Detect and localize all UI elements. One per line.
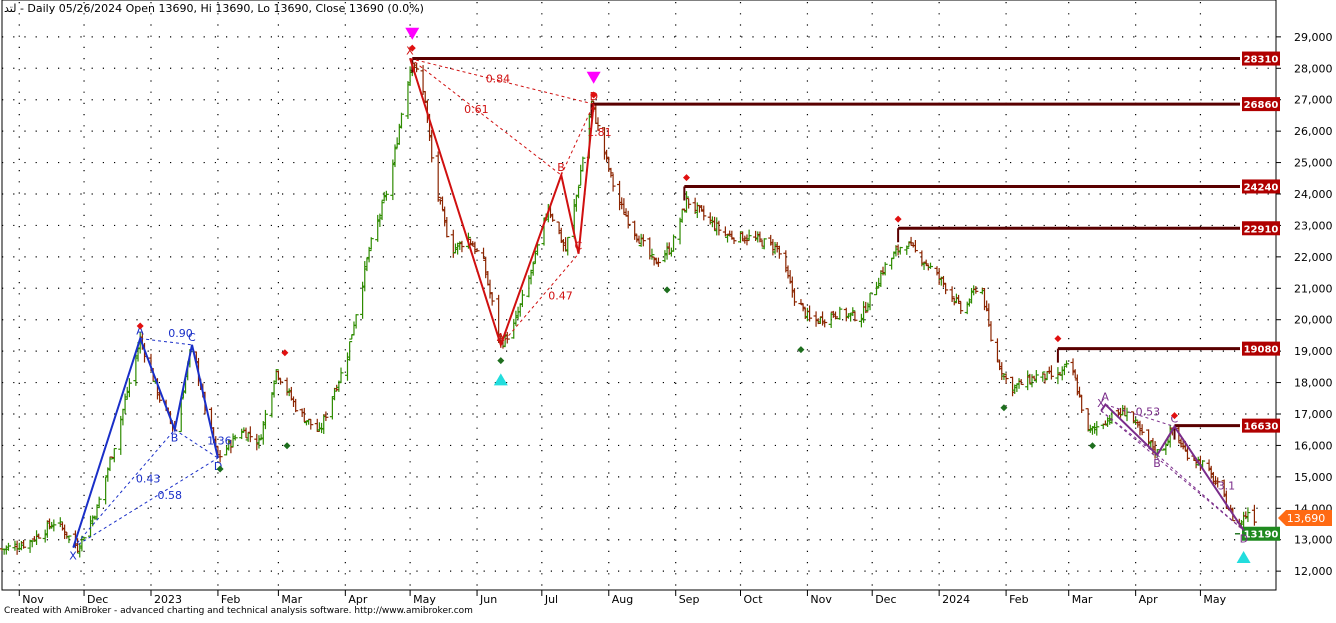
- x-tick-label: Feb: [1009, 593, 1028, 606]
- chart-header: لتد - Daily 05/26/2024 Open 13690, Hi 13…: [4, 2, 424, 15]
- y-tick-label: 12,000: [1294, 565, 1333, 578]
- y-tick-label: 23,000: [1294, 219, 1333, 232]
- pattern-ratio-label: 0.47: [548, 289, 573, 302]
- support-label: 13190: [1244, 530, 1279, 541]
- y-tick-label: 19,000: [1294, 345, 1333, 358]
- chart-area: Nov Dec 2023 Feb Mar Apr May Jun Jul Aug Sep Oct Nov…: [0, 0, 1336, 619]
- y-tick-label: 20,000: [1294, 314, 1333, 327]
- pattern-point-label: B: [557, 161, 565, 174]
- y-tick-label: 18,000: [1294, 377, 1333, 390]
- level-label: 19080: [1244, 345, 1279, 356]
- pattern-point-label: A: [497, 331, 505, 344]
- pattern-point-label: B: [171, 432, 179, 445]
- y-tick-label: 13,000: [1294, 534, 1333, 547]
- y-tick-label: 24,000: [1294, 188, 1333, 201]
- y-tick-label: 15,000: [1294, 471, 1333, 484]
- plot-frame: [1, 0, 1277, 591]
- pattern-point-label: X: [69, 550, 77, 563]
- y-tick-label: 21,000: [1294, 282, 1333, 295]
- pattern-point-label: C: [575, 240, 583, 253]
- x-tick-label: Nov: [810, 593, 832, 606]
- pattern-ratio-label: 1.36: [207, 434, 232, 447]
- x-tick-label: Mar: [1072, 593, 1093, 606]
- y-tick-label: 17,000: [1294, 408, 1333, 421]
- y-tick-label: 25,000: [1294, 157, 1333, 170]
- x-tick-label: Mar: [281, 593, 302, 606]
- x-tick-label: Dec: [87, 593, 108, 606]
- x-tick-label: Apr: [1139, 593, 1159, 606]
- x-tick-label: Oct: [743, 593, 763, 606]
- pattern-ratio-label: 0.43: [136, 473, 161, 486]
- y-tick-label: 22,000: [1294, 251, 1333, 264]
- x-tick-label: Nov: [22, 593, 44, 606]
- current-price-label: 13,690: [1287, 512, 1326, 525]
- x-tick-label: Aug: [612, 593, 633, 606]
- y-tick-label: 27,000: [1294, 94, 1333, 107]
- pattern-ratio-label: 0.61: [464, 103, 489, 116]
- price-chart: Nov Dec 2023 Feb Mar Apr May Jun Jul Aug Sep Oct Nov…: [0, 0, 1333, 606]
- pattern-point-label: D: [1240, 532, 1248, 545]
- ticker-symbol: لتد: [4, 2, 17, 15]
- level-label: 22910: [1244, 224, 1279, 235]
- pattern-point-label: B: [1153, 457, 1161, 470]
- y-tick-label: 16,000: [1294, 439, 1333, 452]
- pattern-ratio-label: 1.81: [587, 126, 612, 139]
- pattern-ratio-label: 0.84: [486, 72, 511, 85]
- pattern-point-label: A: [1101, 391, 1109, 404]
- x-tick-label: May: [1203, 593, 1226, 606]
- x-tick-label: Sep: [679, 593, 700, 606]
- x-tick-label: Feb: [221, 593, 240, 606]
- level-label: 16630: [1244, 422, 1279, 433]
- level-label: 26860: [1244, 100, 1279, 111]
- y-tick-label: 28,000: [1294, 62, 1333, 75]
- footer-credit: Created with AmiBroker - advanced charti…: [4, 606, 473, 616]
- x-tick-label: Jul: [544, 593, 558, 606]
- pattern-ratio-label: 0.53: [1136, 406, 1161, 419]
- x-tick-label: Jun: [479, 593, 497, 606]
- pattern-ratio-label: 3.1: [1218, 479, 1236, 492]
- x-tick-label: May: [413, 593, 436, 606]
- level-label: 24240: [1244, 182, 1279, 193]
- x-tick-label: Apr: [348, 593, 368, 606]
- pattern-ratio-label: 0.90: [168, 327, 193, 340]
- x-tick-label: Dec: [875, 593, 896, 606]
- x-tick-label: 2023: [154, 593, 182, 606]
- y-tick-label: 26,000: [1294, 125, 1333, 138]
- y-tick-label: 29,000: [1294, 31, 1333, 44]
- ohlc-readout: - Daily 05/26/2024 Open 13690, Hi 13690,…: [19, 2, 424, 15]
- x-tick-label: 2024: [942, 593, 970, 606]
- level-label: 28310: [1244, 55, 1279, 66]
- pattern-ratio-label: 0.58: [157, 489, 182, 502]
